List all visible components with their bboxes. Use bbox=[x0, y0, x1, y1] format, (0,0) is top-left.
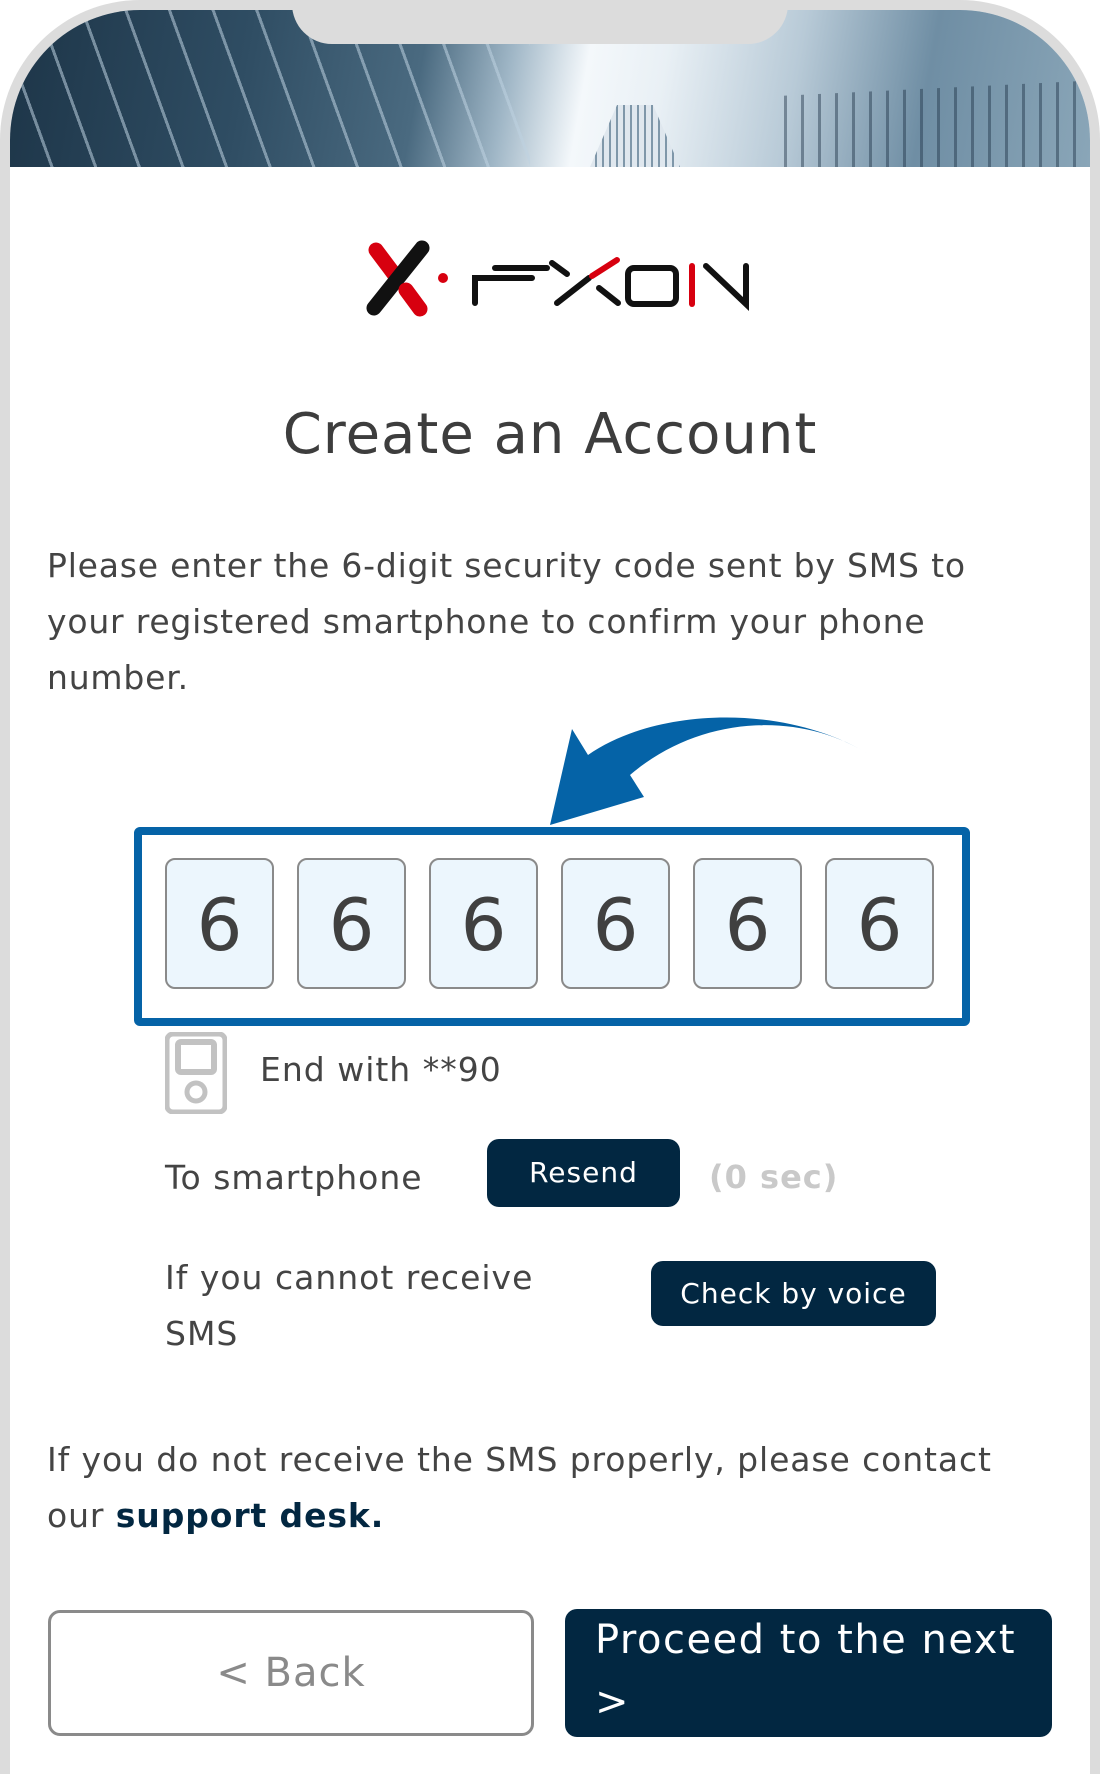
phone-ending-text: End with **90 bbox=[260, 1050, 502, 1089]
fxon-logo bbox=[366, 240, 749, 317]
support-desk-link[interactable]: support desk. bbox=[116, 1496, 384, 1535]
code-digit-input[interactable]: 6 bbox=[693, 858, 802, 989]
code-digit-input[interactable]: 6 bbox=[825, 858, 934, 989]
code-digit-input[interactable]: 6 bbox=[165, 858, 274, 989]
resend-button[interactable]: Resend bbox=[487, 1139, 680, 1207]
resend-countdown: (0 sec) bbox=[709, 1158, 839, 1196]
back-button[interactable]: < Back bbox=[48, 1610, 534, 1736]
code-digit-input[interactable]: 6 bbox=[561, 858, 670, 989]
resend-label: To smartphone bbox=[165, 1158, 423, 1197]
instructions-text: Please enter the 6-digit security code s… bbox=[47, 546, 966, 697]
code-digit-input[interactable]: 6 bbox=[297, 858, 406, 989]
check-by-voice-button[interactable]: Check by voice bbox=[651, 1261, 936, 1326]
code-digit-input[interactable]: 6 bbox=[429, 858, 538, 989]
page-title: Create an Account bbox=[282, 402, 818, 467]
phone-frame: Create an Account Please enter the 6-dig… bbox=[0, 0, 1100, 1774]
curved-arrow-icon bbox=[550, 717, 870, 825]
support-note: If you do not receive the SMS properly, … bbox=[47, 1432, 1047, 1544]
phone-notch bbox=[292, 0, 788, 44]
voice-label: If you cannot receive SMS bbox=[165, 1258, 534, 1353]
security-code-input-group: 6 6 6 6 6 6 bbox=[134, 827, 970, 1026]
phone-screen: Create an Account Please enter the 6-dig… bbox=[10, 10, 1090, 1774]
phone-icon bbox=[165, 1032, 227, 1114]
proceed-next-button[interactable]: Proceed to the next > bbox=[565, 1609, 1052, 1737]
